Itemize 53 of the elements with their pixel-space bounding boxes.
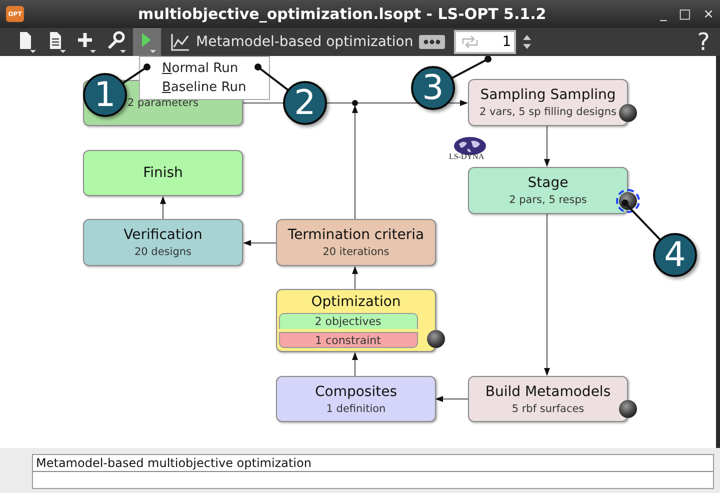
leader-line: [451, 56, 492, 80]
node-subtitle: 2 parameters: [128, 97, 198, 109]
connector-arrow: [544, 126, 550, 167]
node-subtitle: 5 rbf surfaces: [512, 402, 584, 414]
node-subtitle: 20 designs: [134, 246, 192, 258]
node-title: Composites: [314, 384, 397, 400]
node-title: Sampling Sampling: [480, 87, 616, 103]
status-ball-icon[interactable]: [619, 104, 637, 122]
callout-marker: 2: [283, 81, 327, 125]
callout-marker: 4: [653, 233, 697, 277]
node-subtitle: 2 pars, 5 resps: [509, 194, 587, 206]
leader-line: [122, 64, 150, 84]
node-title: Build Metamodels: [485, 384, 611, 400]
workflow-node[interactable]: Composites 1 definition: [276, 376, 436, 422]
node-title: Verification: [124, 227, 202, 243]
status-ball-icon[interactable]: [619, 400, 637, 418]
node-title: Stage: [528, 175, 568, 191]
mode-label: Metamodel-based optimization: [196, 34, 414, 50]
connector-arrow: [160, 196, 166, 220]
workflow-node[interactable]: Finish: [83, 150, 243, 196]
workflow-node[interactable]: Sampling Sampling 2 vars, 5 sp filling designs: [468, 79, 628, 126]
menu-item[interactable]: Normal Run: [140, 59, 269, 78]
workflow-node[interactable]: Verification 20 designs: [83, 219, 243, 266]
status-ball-icon[interactable]: [427, 330, 445, 348]
node-title: Optimization: [311, 294, 401, 310]
connector-arrow: [243, 240, 276, 246]
chart-icon[interactable]: [170, 32, 190, 52]
leader-line: [254, 64, 289, 91]
description-text: Metamodel-based multiobjective optimization: [33, 455, 713, 472]
connector-arrow: [435, 396, 468, 402]
close-button[interactable]: ×: [703, 6, 714, 22]
window-title: multiobjective_optimization.lsopt - LS-OPT 5.1.2: [137, 5, 548, 23]
help-button[interactable]: ?: [697, 28, 710, 56]
connector-arrow: [352, 352, 358, 376]
node-subtitle: 1 definition: [326, 402, 386, 414]
solver-label: LS-DYNA: [449, 152, 484, 161]
constraints-row: 1 constraint: [278, 332, 418, 348]
optimization-node[interactable]: Optimization 2 objectives 1 constraint: [276, 289, 436, 352]
description-field[interactable]: Metamodel-based multiobjective optimization: [32, 454, 714, 489]
node-subtitle: 20 iterations: [322, 246, 390, 258]
spinner-arrows-icon[interactable]: [522, 33, 532, 51]
leader-line: [622, 200, 662, 241]
objectives-row: 2 objectives: [278, 312, 418, 328]
node-title: Finish: [143, 165, 183, 181]
connector-arrow: [352, 266, 358, 290]
node-subtitle: 2 vars, 5 sp filling designs: [480, 106, 616, 118]
workflow-node[interactable]: Termination criteria 20 iterations: [276, 219, 436, 266]
callout-marker: 3: [411, 66, 455, 110]
maximize-button[interactable]: □: [678, 6, 692, 22]
minimize-button[interactable]: _: [660, 6, 667, 22]
node-title: Termination criteria: [288, 227, 424, 243]
workflow-node[interactable]: Build Metamodels 5 rbf surfaces: [468, 376, 628, 422]
more-button[interactable]: [419, 35, 446, 49]
